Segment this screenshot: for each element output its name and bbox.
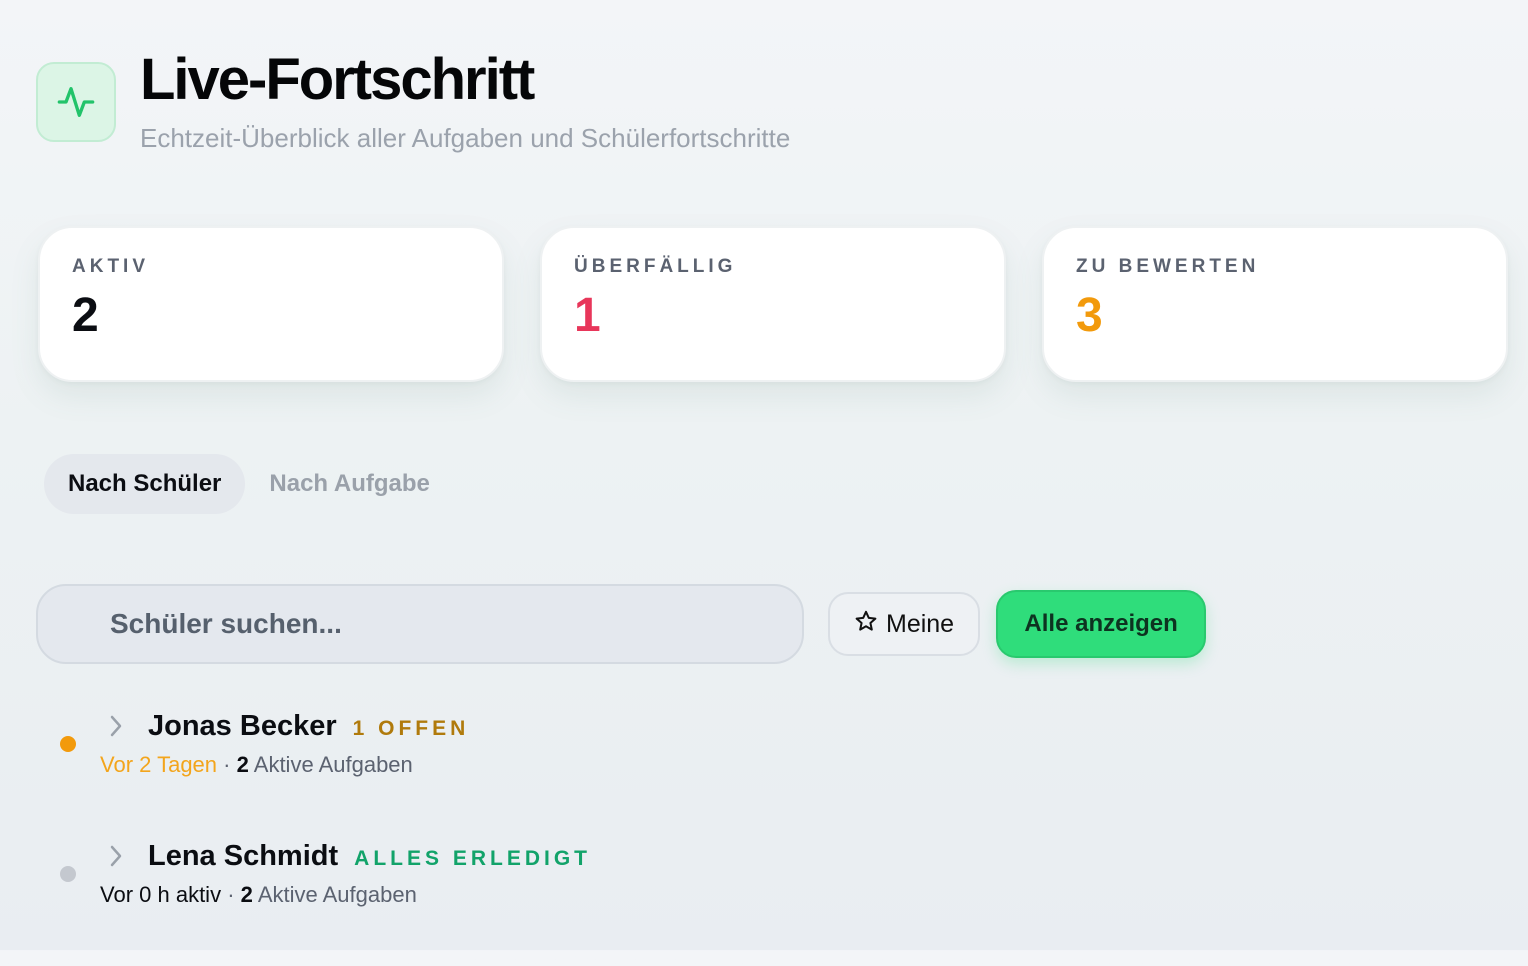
chevron-right-icon[interactable]	[106, 712, 126, 745]
page-title: Live-Fortschritt	[140, 47, 535, 112]
student-name: Lena Schmidt	[148, 840, 339, 872]
search-input[interactable]	[110, 608, 802, 640]
tab-nach-aufgabe[interactable]: Nach Aufgabe	[245, 454, 453, 514]
stat-card-zu-bewerten: ZU BEWERTEN 3	[1042, 226, 1508, 382]
stat-label: AKTIV	[72, 256, 149, 277]
student-meta: Vor 2 Tagen · 2 Aktive Aufgaben	[100, 752, 413, 778]
student-list: Jonas Becker 1 OFFEN Vor 2 Tagen · 2 Akt…	[0, 706, 1528, 966]
status-badge: 1 OFFEN	[352, 717, 470, 740]
stats-row: AKTIV 2 ÜBERFÄLLIG 1 ZU BEWERTEN 3	[38, 226, 1508, 382]
active-task-label: Aktive Aufgaben	[253, 752, 413, 777]
stat-value: 3	[1076, 289, 1103, 342]
filter-toolbar: Meine Alle anzeigen	[36, 584, 1207, 664]
view-tabs: Nach Schüler Nach Aufgabe	[44, 454, 454, 514]
meta-separator: ·	[227, 882, 235, 907]
stat-label: ZU BEWERTEN	[1076, 256, 1260, 277]
active-task-count: 2	[240, 882, 253, 907]
search-box	[36, 584, 804, 664]
stat-value: 2	[72, 289, 99, 342]
tab-nach-schueler[interactable]: Nach Schüler	[44, 454, 246, 514]
stat-card-ueberfaellig: ÜBERFÄLLIG 1	[540, 226, 1006, 382]
meta-separator: ·	[223, 752, 231, 777]
active-task-label: Aktive Aufgaben	[257, 882, 417, 907]
activity-icon	[36, 62, 116, 142]
status-dot	[60, 736, 76, 752]
stat-value: 1	[574, 289, 601, 342]
last-activity: Vor 0 h aktiv	[100, 882, 222, 907]
chevron-right-icon[interactable]	[106, 842, 126, 875]
page-subtitle: Echtzeit-Überblick aller Aufgaben und Sc…	[140, 123, 791, 153]
stat-card-aktiv: AKTIV 2	[38, 226, 504, 382]
last-activity: Vor 2 Tagen	[100, 752, 218, 777]
stat-label: ÜBERFÄLLIG	[574, 256, 737, 277]
list-item[interactable]: Jonas Becker 1 OFFEN Vor 2 Tagen · 2 Akt…	[0, 706, 1528, 836]
meine-label: Meine	[886, 609, 955, 638]
star-icon	[854, 609, 878, 640]
active-task-count: 2	[236, 752, 249, 777]
status-dot	[60, 866, 76, 882]
alle-anzeigen-button[interactable]: Alle anzeigen	[996, 590, 1207, 658]
meine-filter-button[interactable]: Meine	[828, 592, 981, 656]
student-meta: Vor 0 h aktiv · 2 Aktive Aufgaben	[100, 882, 417, 908]
student-name: Jonas Becker	[148, 710, 337, 742]
page-header: Live-Fortschritt Echtzeit-Überblick alle…	[36, 48, 790, 154]
list-item[interactable]: Lena Schmidt ALLES ERLEDIGT Vor 0 h akti…	[0, 836, 1528, 966]
status-badge: ALLES ERLEDIGT	[354, 847, 591, 870]
